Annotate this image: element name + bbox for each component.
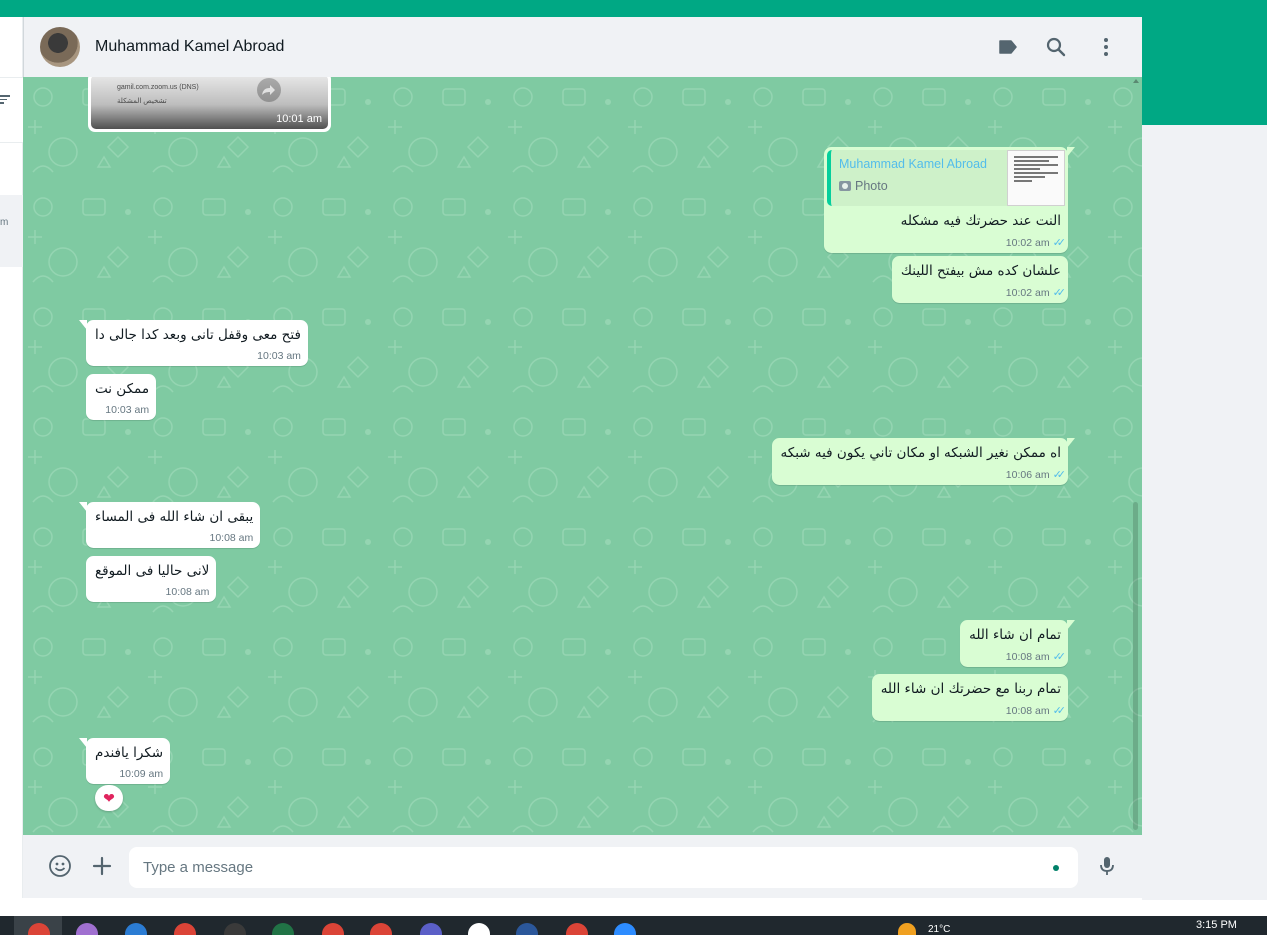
message-text: شكرا يافندم [95, 745, 164, 761]
temperature: 21°C [928, 924, 951, 935]
message-text: يبقى ان شاء الله فى المساء [95, 509, 254, 525]
double-check-icon: ✓✓ [1052, 705, 1067, 717]
message-text: تمام ربنا مع حضرتك ان شاء الله [880, 681, 1061, 697]
double-check-icon: ✓✓ [1052, 237, 1067, 249]
mic-icon[interactable] [1095, 854, 1119, 878]
right-brand-panel [1142, 17, 1267, 125]
app-icon[interactable] [125, 923, 147, 935]
chat-list-item-fragment: m [0, 217, 9, 228]
scroll-up-arrow[interactable] [1133, 79, 1139, 83]
message-meta: 10:03 am [105, 404, 150, 416]
photo-text-line: gamil.com.zoom.us (DNS) [117, 84, 199, 91]
message-bubble-out[interactable]: Muhammad Kamel Abroad Photo النت عند حضر… [824, 147, 1075, 253]
app-icon[interactable] [76, 923, 98, 935]
message-meta: 10:02 am ✓✓ [1005, 287, 1067, 299]
chat-list-search-area [0, 77, 23, 143]
quote-type: Photo [839, 179, 888, 193]
message-text: النت عند حضرتك فيه مشكله [900, 213, 1061, 229]
message-text: فتح معى وقفل تانى وبعد كدا جالى دا [95, 327, 301, 343]
chat-list-selected-item[interactable] [0, 195, 23, 267]
teams-icon[interactable] [420, 923, 442, 935]
chrome-icon[interactable] [322, 923, 344, 935]
chrome-icon[interactable] [174, 923, 196, 935]
message-meta: 10:08 am [209, 532, 254, 544]
top-brand-bar [0, 0, 1267, 17]
message-bubble-in[interactable]: شكرا يافندم 10:09 am [79, 738, 171, 784]
photo-message[interactable]: gamil.com.zoom.us (DNS) تشخيص المشكلة 10… [88, 77, 331, 132]
quote-thumbnail [1007, 150, 1065, 206]
emoji-icon[interactable] [48, 854, 72, 878]
filter-icon[interactable] [0, 95, 10, 107]
word-icon[interactable] [516, 923, 538, 935]
app-icon[interactable] [224, 923, 246, 935]
message-bubble-out[interactable]: علشان كده مش بيفتح اللينك 10:02 am ✓✓ [891, 256, 1068, 303]
message-text: اه ممكن نغير الشبكه او مكان تاني يكون في… [780, 445, 1062, 461]
right-background-panel [1142, 125, 1267, 900]
quote-author: Muhammad Kamel Abroad [839, 157, 987, 171]
search-icon[interactable] [1044, 35, 1068, 59]
label-icon[interactable] [996, 35, 1020, 59]
chat-scrollbar[interactable] [1133, 502, 1138, 830]
message-bubble-in[interactable]: لانى حاليا فى الموقع 10:08 am [86, 556, 217, 602]
message-bubble-out[interactable]: تمام ربنا مع حضرتك ان شاء الله 10:08 am ✓… [871, 674, 1068, 721]
camera-icon [839, 181, 851, 191]
chrome-icon[interactable] [566, 923, 588, 935]
double-check-icon: ✓✓ [1052, 287, 1067, 299]
chat-list-strip: m [0, 17, 23, 898]
message-bubble-in[interactable]: يبقى ان شاء الله فى المساء 10:08 am [79, 502, 261, 548]
message-text: ممكن نت [95, 381, 150, 397]
message-text: علشان كده مش بيفتح اللينك [900, 263, 1061, 279]
message-time: 10:01 am [276, 113, 322, 125]
message-bubble-out[interactable]: تمام ان شاء الله 10:08 am ✓✓ [960, 620, 1075, 667]
heart-reaction[interactable]: ❤ [95, 785, 123, 811]
message-meta: 10:08 am ✓✓ [1005, 651, 1067, 663]
weather-icon[interactable] [898, 923, 916, 935]
quoted-message[interactable]: Muhammad Kamel Abroad Photo [827, 150, 1065, 206]
photo-text-line: تشخيص المشكلة [117, 98, 167, 105]
message-meta: 10:06 am ✓✓ [1005, 469, 1067, 481]
message-composer [23, 835, 1142, 898]
os-taskbar: 21°C 3:15 PM [0, 916, 1267, 935]
message-text: لانى حاليا فى الموقع [95, 563, 210, 579]
message-bubble-out[interactable]: اه ممكن نغير الشبكه او مكان تاني يكون في… [771, 438, 1075, 485]
message-meta: 10:08 am [165, 586, 210, 598]
avatar[interactable] [40, 27, 80, 67]
clock[interactable]: 3:15 PM [1196, 919, 1237, 931]
acrobat-icon[interactable] [468, 923, 490, 935]
message-meta: 10:02 am ✓✓ [1005, 237, 1067, 249]
status-dot [1053, 865, 1059, 871]
excel-icon[interactable] [272, 923, 294, 935]
double-check-icon: ✓✓ [1052, 651, 1067, 663]
message-bubble-in[interactable]: ممكن نت 10:03 am [86, 374, 157, 420]
message-bubble-in[interactable]: فتح معى وقفل تانى وبعد كدا جالى دا 10:03… [79, 320, 308, 366]
chat-header: Muhammad Kamel Abroad [23, 17, 1142, 77]
menu-dots-icon[interactable] [1094, 35, 1118, 59]
zoom-icon[interactable] [614, 923, 636, 935]
chrome-icon[interactable] [370, 923, 392, 935]
contact-name[interactable]: Muhammad Kamel Abroad [95, 38, 284, 56]
message-meta: 10:09 am [119, 768, 164, 780]
message-text: تمام ان شاء الله [969, 627, 1061, 643]
message-input[interactable] [129, 847, 1078, 888]
forward-icon[interactable] [257, 78, 281, 102]
conversation-panel[interactable]: gamil.com.zoom.us (DNS) تشخيص المشكلة 10… [23, 77, 1142, 835]
message-meta: 10:03 am [257, 350, 301, 362]
double-check-icon: ✓✓ [1052, 469, 1067, 481]
message-meta: 10:08 am ✓✓ [1005, 705, 1067, 717]
photo-thumbnail[interactable]: gamil.com.zoom.us (DNS) تشخيص المشكلة 10… [91, 77, 328, 129]
plus-icon[interactable] [90, 854, 114, 878]
